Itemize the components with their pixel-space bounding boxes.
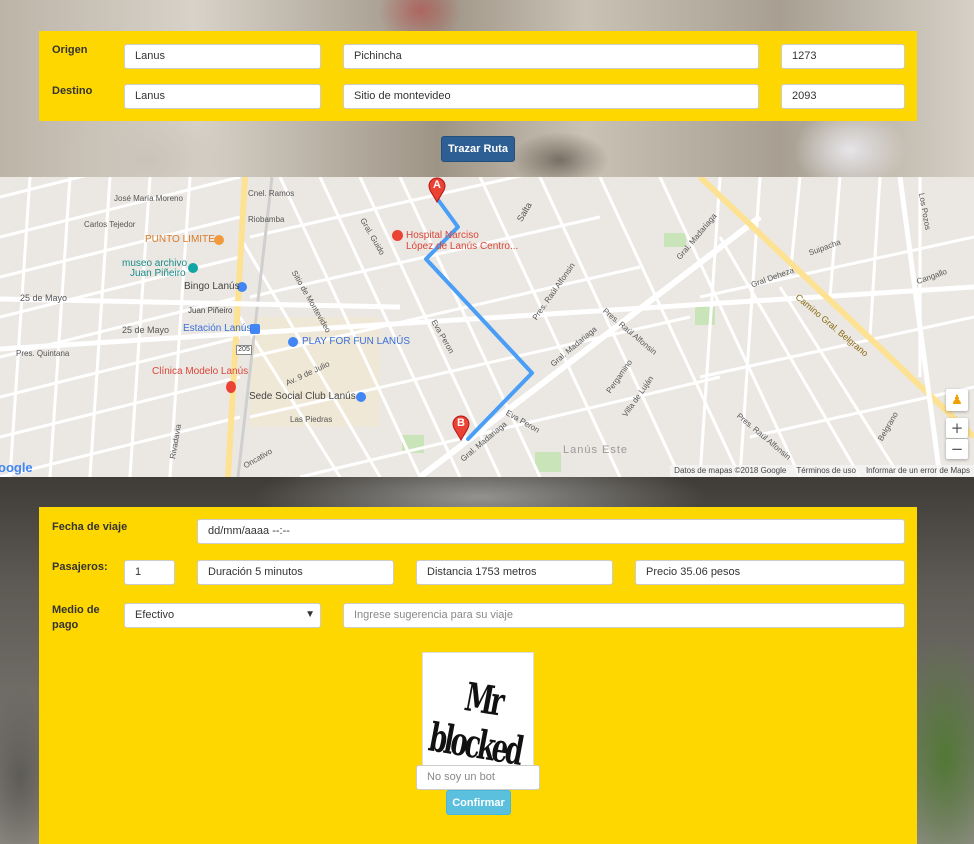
terms-link[interactable]: Términos de uso <box>796 466 856 476</box>
map-label: Sede Social Club Lanús <box>249 391 356 402</box>
pasajeros-input[interactable]: 1 <box>124 560 175 585</box>
street-view-pegman-icon[interactable]: ♟ <box>946 389 968 411</box>
trace-route-button[interactable]: Trazar Ruta <box>441 136 515 162</box>
captcha-image: Mr blocked <box>422 652 534 775</box>
medio-pago-label-line1: Medio de <box>52 604 100 616</box>
report-error-link[interactable]: Informar de un error de Maps <box>866 466 970 476</box>
play-pin-icon[interactable] <box>288 337 298 347</box>
route-map[interactable]: A B 205 Hospital Narciso López de Lanús … <box>0 177 974 477</box>
origen-label: Origen <box>52 44 88 56</box>
destino-city-input[interactable]: Lanus <box>124 84 321 109</box>
map-label: Juan Piñeiro <box>188 306 233 315</box>
sede-pin-icon[interactable] <box>356 392 366 402</box>
map-data-credit: Datos de mapas ©2018 Google <box>674 466 787 475</box>
punto-limite-pin-icon[interactable] <box>214 235 224 245</box>
map-label: López de Lanús Centro... <box>406 241 519 252</box>
origen-number-input[interactable]: 1273 <box>781 44 905 69</box>
origen-city-input[interactable]: Lanus <box>124 44 321 69</box>
origen-street-input[interactable]: Pichincha <box>343 44 759 69</box>
map-label: Carlos Tejedor <box>84 220 136 229</box>
hospital-pin-icon[interactable] <box>392 230 403 241</box>
map-label: Lanús Este <box>563 444 629 456</box>
captcha-text: Mr blocked <box>425 675 525 776</box>
zoom-in-button[interactable]: + <box>946 418 968 438</box>
precio-field: Precio 35.06 pesos <box>635 560 905 585</box>
map-label: Bingo Lanús <box>184 281 240 292</box>
map-label: Juan Piñeiro <box>130 268 186 279</box>
pasajeros-label: Pasajeros: <box>52 561 108 573</box>
map-label: 25 de Mayo <box>122 325 170 335</box>
map-label: PUNTO LIMITE <box>145 234 215 245</box>
clinica-pin-icon[interactable] <box>226 381 236 393</box>
map-label: Pres. Quintana <box>16 349 70 358</box>
map-attribution: Datos de mapas ©2018 Google Términos de … <box>670 465 974 477</box>
map-label: Cnel. Ramos <box>248 189 295 198</box>
marker-b-icon[interactable]: B <box>452 415 470 441</box>
fecha-label: Fecha de viaje <box>52 521 128 533</box>
duracion-field: Duración 5 minutos <box>197 560 394 585</box>
not-a-bot-input[interactable]: No soy un bot <box>416 765 540 790</box>
medio-pago-select[interactable]: Efectivo ▼ <box>124 603 321 628</box>
map-label: Riobamba <box>248 215 285 224</box>
dropdown-caret-icon: ▼ <box>305 609 315 620</box>
marker-a-label: A <box>433 179 441 191</box>
sugerencia-input[interactable]: Ingrese sugerencia para su viaje <box>343 603 905 628</box>
marker-b-label: B <box>457 417 465 429</box>
confirm-button[interactable]: Confirmar <box>446 790 511 815</box>
map-label: Clínica Modelo Lanús <box>152 366 249 377</box>
route-205-shield-icon: 205 <box>236 345 252 355</box>
fecha-input[interactable]: dd/mm/aaaa --:-- <box>197 519 905 544</box>
google-logo: oogle <box>0 460 33 475</box>
map-label: Estación Lanús <box>183 323 252 334</box>
map-label: PLAY FOR FUN LANÚS <box>302 336 410 347</box>
medio-pago-value: Efectivo <box>135 609 175 621</box>
route-form-panel: Origen Destino Lanus Pichincha 1273 Lanu… <box>39 31 917 121</box>
distancia-field: Distancia 1753 metros <box>416 560 613 585</box>
zoom-out-button[interactable]: − <box>946 439 968 459</box>
map-label: Hospital Narciso <box>406 230 479 241</box>
museo-pin-icon[interactable] <box>188 263 198 273</box>
marker-a-icon[interactable]: A <box>428 177 446 203</box>
destino-number-input[interactable]: 2093 <box>781 84 905 109</box>
destino-street-input[interactable]: Sitio de montevideo <box>343 84 759 109</box>
map-label: 25 de Mayo <box>20 293 68 303</box>
map-label: José María Moreno <box>114 194 183 203</box>
station-pin-icon[interactable] <box>250 324 260 334</box>
map-label: Las Piedras <box>290 415 333 424</box>
destino-label: Destino <box>52 85 93 97</box>
medio-pago-label-line2: pago <box>52 619 79 631</box>
